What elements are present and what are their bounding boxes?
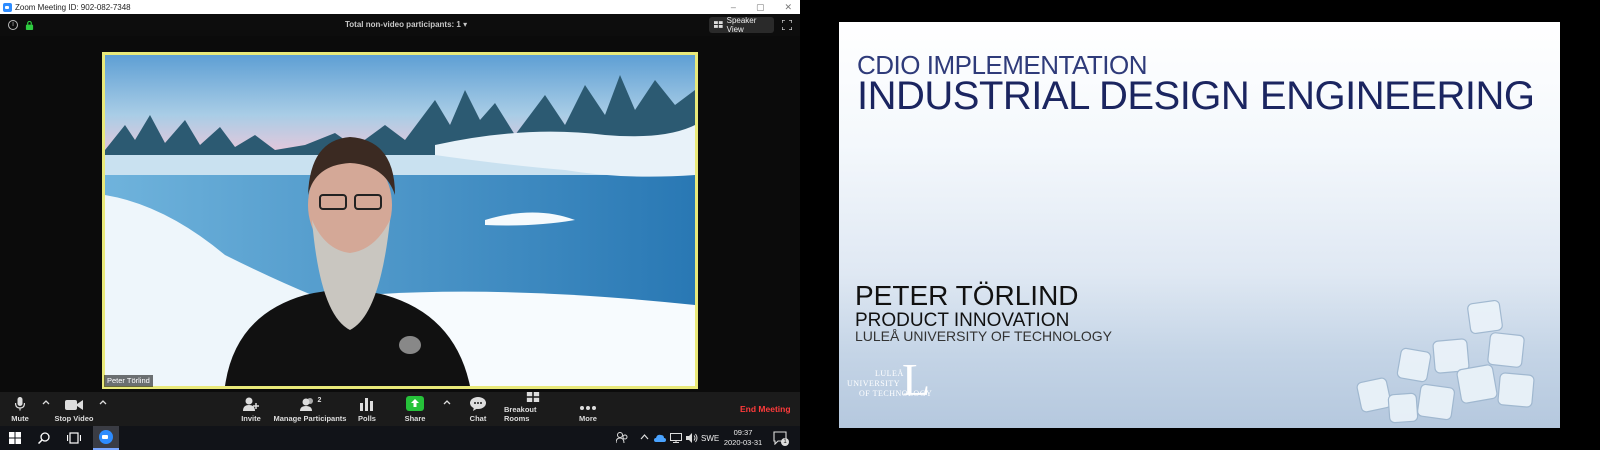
search-icon[interactable] — [38, 432, 50, 444]
participant-name-tag: Peter Törlind — [104, 375, 153, 387]
zoom-taskbar-button[interactable] — [93, 426, 119, 450]
invite-label: Invite — [241, 414, 261, 423]
clock-time: 09:37 — [733, 428, 753, 437]
close-button[interactable]: ✕ — [784, 2, 792, 13]
keyboard-language[interactable]: SWE — [701, 434, 719, 443]
microphone-icon — [15, 397, 25, 411]
manage-participants-button[interactable]: 2 Manage Participants — [272, 392, 348, 426]
ltu-logo: LULEÅ UNIVERSITY OF TECHNOLOGY L — [847, 357, 957, 412]
window-title: Zoom Meeting ID: 902-082-7348 — [15, 2, 131, 12]
tray-expand-chevron-icon[interactable] — [640, 434, 649, 440]
info-icon[interactable]: i — [8, 20, 18, 30]
video-camera-icon — [65, 400, 83, 410]
window-controls: – ▢ ✕ — [731, 0, 792, 14]
breakout-rooms-button[interactable]: Breakout Rooms — [504, 392, 562, 426]
presentation-slide: CDIO IMPLEMENTATION INDUSTRIAL DESIGN EN… — [839, 22, 1560, 428]
logo-line-1: LULEÅ — [875, 369, 904, 378]
presenter-university: LULEÅ UNIVERSITY OF TECHNOLOGY — [855, 328, 1112, 344]
mute-button[interactable]: Mute — [10, 392, 30, 426]
share-label: Share — [404, 414, 426, 423]
audio-options-caret-icon[interactable] — [42, 399, 50, 407]
non-video-participants-dropdown[interactable]: Total non-video participants: 1 ▾ — [345, 20, 467, 29]
meeting-topbar: i Total non-video participants: 1 ▾ Spea… — [0, 14, 800, 36]
task-view-icon[interactable] — [67, 432, 81, 444]
logo-line-2: UNIVERSITY — [847, 379, 900, 388]
manage-participants-label: Manage Participants — [273, 414, 347, 423]
share-options-caret-icon[interactable] — [443, 399, 451, 407]
share-screen-icon — [406, 396, 424, 411]
more-dots-icon — [580, 406, 596, 410]
speaker-view-button[interactable]: Speaker View — [709, 16, 774, 34]
system-clock[interactable]: 09:37 2020-03-31 — [722, 428, 764, 448]
winter-background-video — [105, 55, 695, 386]
people-icon[interactable] — [616, 432, 628, 444]
chat-bubble-icon — [470, 397, 486, 411]
video-options-caret-icon[interactable] — [99, 399, 107, 407]
more-label: More — [579, 414, 597, 423]
zoom-logo-icon — [3, 2, 12, 12]
windows-start-icon[interactable] — [9, 432, 21, 444]
zoom-window: Zoom Meeting ID: 902-082-7348 – ▢ ✕ i To… — [0, 0, 800, 450]
breakout-rooms-label: Breakout Rooms — [504, 405, 537, 423]
mute-label: Mute — [11, 414, 29, 423]
grid-icon — [714, 21, 723, 28]
window-titlebar: Zoom Meeting ID: 902-082-7348 – ▢ ✕ — [0, 0, 800, 14]
zoom-app-icon — [99, 430, 113, 444]
chat-button[interactable]: Chat — [465, 392, 491, 426]
fullscreen-icon[interactable] — [782, 20, 792, 30]
ice-cubes-image — [1356, 299, 1535, 424]
logo-letter: L — [902, 354, 931, 405]
stop-video-label: Stop Video — [54, 414, 94, 423]
breakout-rooms-icon — [526, 392, 540, 402]
chat-label: Chat — [469, 414, 487, 423]
meeting-toolbar: Mute Stop Video Invite 2 Manage Particip… — [0, 392, 800, 426]
minimize-button[interactable]: – — [731, 2, 736, 12]
volume-icon[interactable] — [686, 432, 698, 444]
invite-button[interactable]: Invite — [238, 392, 264, 426]
active-speaker-video[interactable] — [102, 52, 698, 389]
share-screen-button[interactable]: Share — [400, 392, 430, 426]
notification-count-badge: 1 — [781, 438, 789, 446]
participants-icon — [299, 398, 313, 411]
end-meeting-button[interactable]: End Meeting — [740, 404, 791, 414]
more-button[interactable]: More — [576, 392, 600, 426]
presenter-name: PETER TÖRLIND — [855, 280, 1079, 311]
speaker-view-label: Speaker View — [726, 16, 757, 34]
lock-icon[interactable] — [25, 21, 34, 30]
participant-count: 2 — [317, 397, 322, 404]
slide-title: INDUSTRIAL DESIGN ENGINEERING — [857, 74, 1535, 118]
clock-date: 2020-03-31 — [723, 438, 763, 447]
network-icon[interactable] — [670, 433, 682, 443]
polls-button[interactable]: Polls — [353, 392, 381, 426]
maximize-button[interactable]: ▢ — [756, 2, 765, 13]
polls-icon — [360, 398, 373, 411]
onedrive-cloud-icon[interactable] — [654, 434, 666, 442]
invite-person-icon — [243, 397, 259, 411]
polls-label: Polls — [358, 414, 376, 423]
stop-video-button[interactable]: Stop Video — [54, 392, 94, 426]
windows-taskbar: SWE 09:37 2020-03-31 1 — [0, 426, 800, 450]
